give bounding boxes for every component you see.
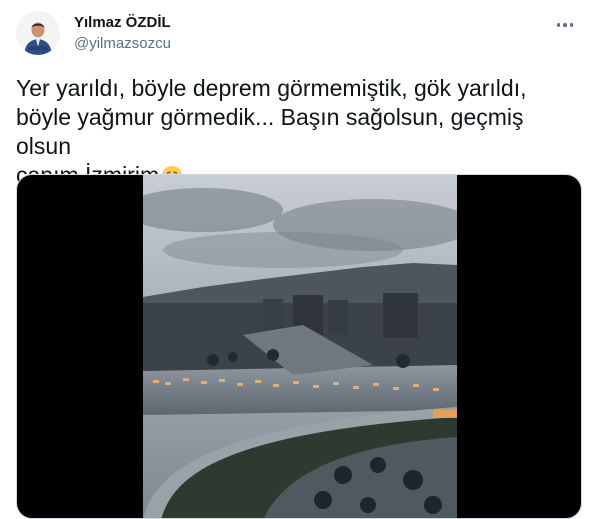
tweet-text: Yer yarıldı, böyle deprem görmemiştik, g… [16, 75, 527, 188]
author-handle[interactable]: @yilmazsozcu [74, 35, 171, 53]
more-options-icon[interactable] [552, 12, 578, 38]
video-frame [143, 175, 457, 518]
tweet: Yılmaz ÖZDİL @yilmazsozcu Yer yarıldı, b… [0, 0, 592, 519]
tweet-text-container: Yer yarıldı, böyle deprem görmemiştik, g… [16, 74, 576, 190]
author-display-name[interactable]: Yılmaz ÖZDİL [74, 14, 171, 32]
author-info: Yılmaz ÖZDİL @yilmazsozcu [74, 14, 171, 53]
tweet-video[interactable] [16, 174, 582, 519]
avatar[interactable] [16, 11, 60, 55]
